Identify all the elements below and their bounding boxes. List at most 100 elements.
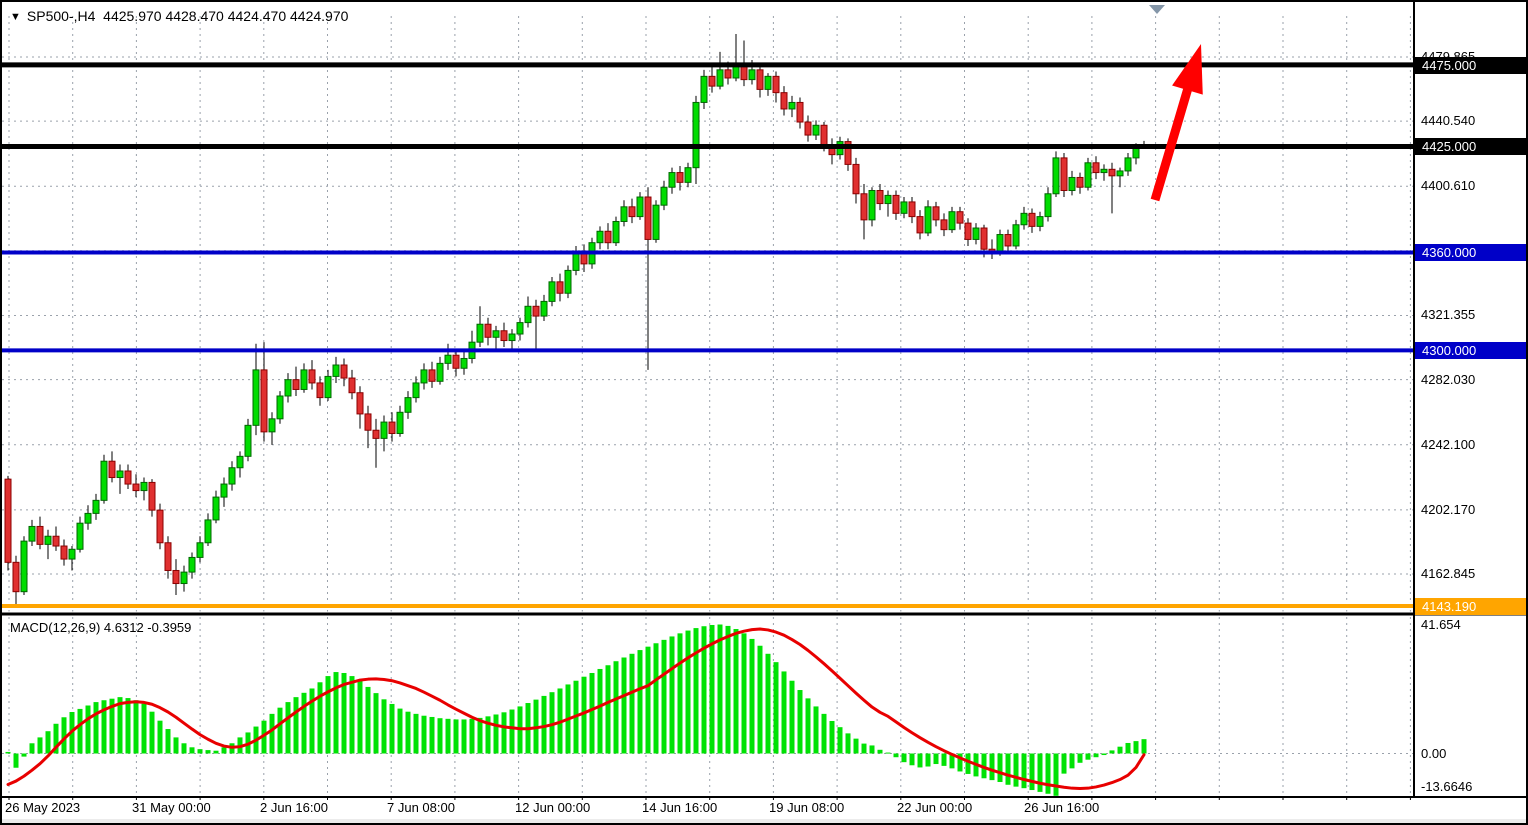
candle-bull[interactable] — [565, 270, 571, 293]
candle-bull[interactable] — [869, 191, 875, 220]
candle-bear[interactable] — [805, 122, 811, 135]
candle-bear[interactable] — [1061, 158, 1067, 191]
candle-bull[interactable] — [301, 370, 307, 390]
candle-bull[interactable] — [597, 231, 603, 242]
candle-bull[interactable] — [1053, 158, 1059, 194]
candle-bull[interactable] — [85, 513, 91, 523]
candle-bull[interactable] — [717, 70, 723, 86]
candle-bear[interactable] — [1093, 163, 1099, 173]
candle-bull[interactable] — [1125, 158, 1131, 171]
candle-bull[interactable] — [1101, 169, 1107, 172]
candle-bull[interactable] — [1045, 194, 1051, 217]
candle-bull[interactable] — [765, 76, 771, 89]
candle-bull[interactable] — [653, 205, 659, 239]
candle-bear[interactable] — [1005, 235, 1011, 246]
candle-bear[interactable] — [133, 484, 139, 491]
candle-bull[interactable] — [517, 323, 523, 334]
candle-bull[interactable] — [117, 471, 123, 478]
candle-bull[interactable] — [1013, 225, 1019, 246]
candle-bull[interactable] — [477, 324, 483, 342]
candle-bull[interactable] — [925, 207, 931, 233]
candle-bull[interactable] — [1117, 171, 1123, 176]
candle-bear[interactable] — [373, 430, 379, 438]
candle-bull[interactable] — [493, 331, 499, 338]
candle-bull[interactable] — [749, 70, 755, 80]
candle-bear[interactable] — [981, 228, 987, 249]
candle-bull[interactable] — [197, 543, 203, 558]
candle-bear[interactable] — [173, 570, 179, 583]
candle-bear[interactable] — [757, 70, 763, 90]
candle-bull[interactable] — [245, 425, 251, 456]
candle-bull[interactable] — [405, 398, 411, 413]
candle-bull[interactable] — [637, 197, 643, 217]
candle-bull[interactable] — [685, 168, 691, 183]
candle-bull[interactable] — [445, 355, 451, 363]
candle-bear[interactable] — [149, 482, 155, 510]
candle-bull[interactable] — [997, 235, 1003, 253]
candle-bear[interactable] — [797, 102, 803, 122]
candle-bull[interactable] — [45, 536, 51, 544]
candle-bear[interactable] — [37, 526, 43, 544]
candle-bull[interactable] — [813, 125, 819, 135]
candle-bear[interactable] — [485, 324, 491, 337]
symbol-dropdown-icon[interactable]: ▼ — [10, 11, 21, 23]
candle-bear[interactable] — [965, 223, 971, 239]
candle-bull[interactable] — [69, 549, 75, 559]
candle-bull[interactable] — [213, 497, 219, 520]
candle-bull[interactable] — [29, 526, 35, 541]
candle-bull[interactable] — [949, 212, 955, 230]
candle-bull[interactable] — [237, 456, 243, 467]
candle-bear[interactable] — [1029, 213, 1035, 226]
candle-bear[interactable] — [709, 76, 715, 86]
candle-bear[interactable] — [453, 355, 459, 368]
candle-bear[interactable] — [357, 393, 363, 414]
candle-bull[interactable] — [461, 358, 467, 368]
candle-bull[interactable] — [93, 500, 99, 513]
candle-bull[interactable] — [789, 102, 795, 109]
candle-bear[interactable] — [165, 543, 171, 571]
candle-bull[interactable] — [541, 301, 547, 316]
candle-bear[interactable] — [893, 195, 899, 213]
candle-bear[interactable] — [157, 510, 163, 543]
candle-bull[interactable] — [1069, 177, 1075, 190]
candle-bear[interactable] — [5, 479, 11, 562]
candle-bear[interactable] — [1109, 169, 1115, 176]
scroll-shift-marker-icon[interactable] — [1149, 5, 1165, 14]
candle-bear[interactable] — [1077, 177, 1083, 187]
candle-bull[interactable] — [141, 482, 147, 490]
candle-bear[interactable] — [293, 380, 299, 390]
candle-bear[interactable] — [725, 70, 731, 78]
candle-bear[interactable] — [853, 164, 859, 193]
candle-bear[interactable] — [261, 370, 267, 432]
candle-bear[interactable] — [677, 173, 683, 183]
candle-bull[interactable] — [181, 572, 187, 583]
candle-bear[interactable] — [533, 306, 539, 316]
candle-bull[interactable] — [397, 412, 403, 433]
candle-bear[interactable] — [629, 207, 635, 217]
candle-bull[interactable] — [613, 221, 619, 242]
candle-bear[interactable] — [109, 461, 115, 477]
candle-bear[interactable] — [605, 231, 611, 242]
candle-bear[interactable] — [861, 194, 867, 220]
candle-bear[interactable] — [941, 220, 947, 230]
candle-bear[interactable] — [909, 202, 915, 217]
candle-bull[interactable] — [101, 461, 107, 500]
candle-bull[interactable] — [885, 195, 891, 203]
candle-bull[interactable] — [333, 365, 339, 376]
candle-bear[interactable] — [877, 191, 883, 204]
candle-bear[interactable] — [309, 370, 315, 383]
candle-bull[interactable] — [277, 396, 283, 419]
candle-bear[interactable] — [917, 217, 923, 233]
candle-bull[interactable] — [77, 523, 83, 549]
candle-bull[interactable] — [525, 306, 531, 322]
trend-arrow-shaft[interactable] — [1155, 82, 1190, 200]
candle-bear[interactable] — [557, 282, 563, 293]
candle-bear[interactable] — [317, 383, 323, 398]
candle-bull[interactable] — [205, 520, 211, 543]
candle-bull[interactable] — [901, 202, 907, 213]
candle-bear[interactable] — [53, 536, 59, 546]
candle-bull[interactable] — [221, 484, 227, 497]
candle-bull[interactable] — [421, 370, 427, 383]
candle-bull[interactable] — [1085, 163, 1091, 187]
candle-bull[interactable] — [669, 173, 675, 188]
